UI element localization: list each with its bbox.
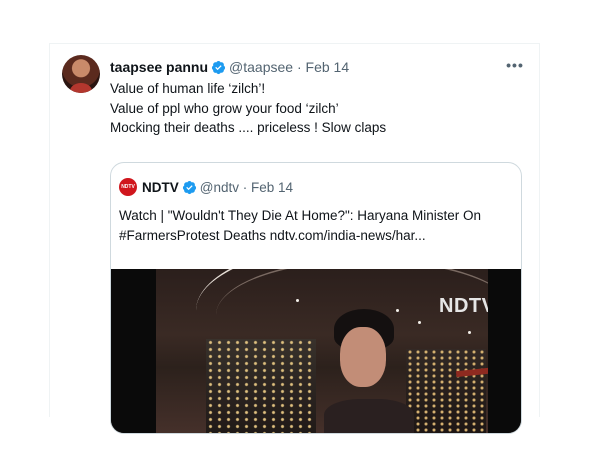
video-thumbnail[interactable]: NDTV [111,269,521,433]
verified-badge-icon [182,180,196,195]
quoted-tweet-text: Watch | "Wouldn't They Die At Home?": Ha… [119,206,511,246]
ndtv-avatar[interactable]: NDTV [119,178,137,196]
quoted-tweet-date[interactable]: Feb 14 [251,180,293,195]
quoted-tweet-line[interactable]: #FarmersProtest Deaths ndtv.com/india-ne… [119,226,511,246]
anchor-body [324,399,414,433]
quoted-author-handle[interactable]: @ndtv [200,180,239,195]
tweet-line: Value of ppl who grow your food ‘zilch’ [110,100,339,116]
sparkle [418,321,421,324]
tweet-header: taapsee pannu @taapsee · Feb 14 [110,58,530,76]
author-handle[interactable]: @taapsee [229,59,293,75]
sparkle [296,299,299,302]
video-frame: NDTV [156,269,521,433]
sparkle [468,331,471,334]
anchor-face [340,327,386,387]
video-letterbox-right [488,269,521,433]
tweet-date[interactable]: Feb 14 [306,59,350,75]
quoted-tweet[interactable]: NDTV NDTV @ndtv · Feb 14 Watch | "Wouldn'… [110,162,522,434]
tweet-text: Value of human life ‘zilch’! Value of pp… [110,79,520,138]
tweet-line: Mocking their deaths .... priceless ! Sl… [110,120,387,135]
more-options-icon[interactable]: ••• [505,58,525,76]
news-anchor [324,309,414,433]
author-name[interactable]: taapsee pannu [110,59,208,75]
header-separator: · [296,59,302,75]
ndtv-watermark: NDTV [439,295,496,317]
quoted-author-name[interactable]: NDTV [142,180,179,195]
city-lights [406,349,486,433]
tweet-line: Value of human life ‘zilch’! [110,81,266,96]
city-lights [206,339,316,433]
quoted-tweet-header: NDTV @ndtv · Feb 14 [142,179,293,197]
header-separator: · [242,180,248,195]
quoted-tweet-line: Watch | "Wouldn't They Die At Home?": Ha… [119,208,482,223]
author-avatar[interactable] [62,55,100,93]
verified-badge-icon [211,60,226,75]
video-letterbox-left [111,269,156,433]
